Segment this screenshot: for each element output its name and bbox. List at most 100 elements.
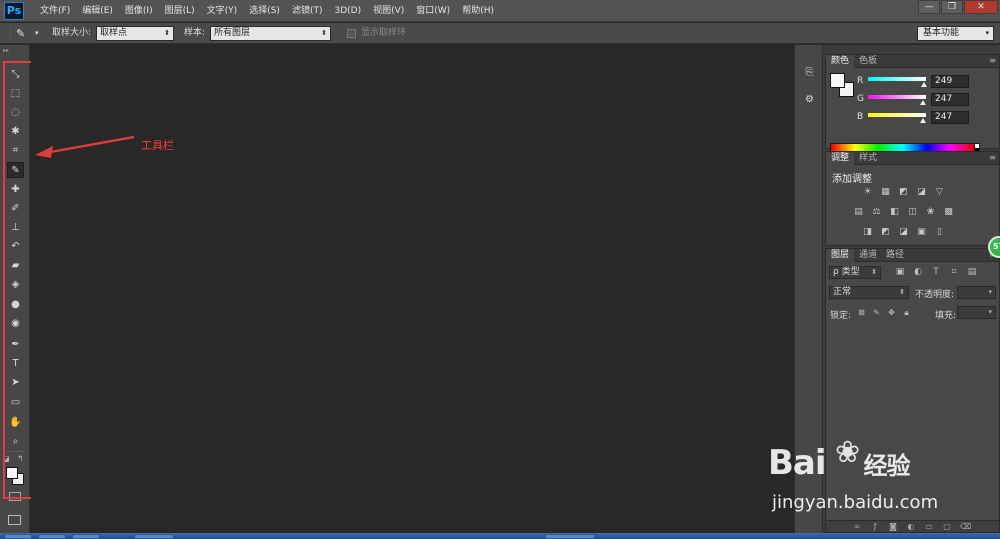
menu-type[interactable]: 文字(Y) — [201, 0, 244, 22]
brightness-contrast-icon[interactable]: ☀ — [862, 187, 873, 197]
black-white-icon[interactable]: ◧ — [889, 207, 900, 217]
channel-g-value[interactable]: 247 — [931, 93, 969, 106]
gradient-map-icon[interactable]: ▯ — [934, 227, 945, 237]
properties-panel-icon[interactable]: ⚙ — [801, 92, 818, 108]
posterize-icon[interactable]: ◩ — [880, 227, 891, 237]
lock-transparent-icon[interactable]: ⊠ — [857, 308, 866, 318]
tab-layers[interactable]: 图层 — [826, 249, 855, 262]
start-button[interactable] — [4, 534, 32, 539]
panel-menu-icon[interactable]: ≡ — [989, 153, 996, 163]
channel-mixer-icon[interactable]: ❀ — [925, 207, 936, 217]
color-panel-tabs: 颜色 色板 ≡ — [826, 55, 999, 68]
color-balance-icon[interactable]: ⚖ — [871, 207, 882, 217]
panel-collapse-icon[interactable]: ▸▸ — [3, 47, 9, 54]
channel-g-thumb[interactable] — [920, 100, 926, 105]
channel-r-thumb[interactable] — [921, 82, 927, 87]
sample-select[interactable]: 所有图层 ⬍ — [210, 26, 331, 41]
tab-adjustments[interactable]: 调整 — [826, 152, 855, 165]
chevron-down-icon: ▾ — [988, 288, 992, 296]
levels-icon[interactable]: ▦ — [880, 187, 891, 197]
channel-b-thumb[interactable] — [920, 118, 926, 123]
panel-menu-icon[interactable]: ≡ — [989, 56, 996, 66]
workspace-select[interactable]: 基本功能 ▾ — [917, 26, 994, 41]
taskbar-app-2[interactable] — [72, 534, 100, 539]
chevron-updown-icon: ⬍ — [164, 29, 170, 37]
screen-mode-icon[interactable] — [8, 515, 21, 525]
tab-paths[interactable]: 路径 — [881, 249, 909, 262]
baidu-paw-icon: ❀ — [835, 435, 861, 470]
chevron-updown-icon: ⬍ — [871, 268, 877, 276]
menu-filter[interactable]: 滤镜(T) — [286, 0, 329, 22]
tab-channels[interactable]: 通道 — [854, 249, 882, 262]
tab-styles[interactable]: 样式 — [854, 152, 882, 165]
preset-chevron-down-icon[interactable]: ▾ — [35, 23, 39, 44]
opacity-label: 不透明度: — [915, 290, 955, 300]
channel-b-value[interactable]: 247 — [931, 111, 969, 124]
menu-select[interactable]: 选择(S) — [243, 0, 286, 22]
adjustment-filter-icon[interactable]: ◐ — [913, 267, 923, 277]
invert-icon[interactable]: ◨ — [862, 227, 873, 237]
type-filter-icon[interactable]: T — [931, 267, 941, 277]
exposure-icon[interactable]: ◪ — [916, 187, 927, 197]
taskbar-app-1[interactable] — [38, 534, 66, 539]
add-mask-icon[interactable]: ◙ — [888, 522, 898, 532]
new-layer-icon[interactable]: ▢ — [942, 522, 952, 532]
layer-filter-select[interactable]: ρ 类型 ⬍ — [829, 266, 881, 279]
foreground-color-swatch[interactable] — [6, 467, 18, 479]
restore-button[interactable]: ❐ — [941, 0, 963, 14]
color-lookup-icon[interactable]: ▩ — [943, 207, 954, 217]
menu-3d[interactable]: 3D(D) — [328, 0, 367, 22]
new-adjustment-icon[interactable]: ◐ — [906, 522, 916, 532]
lock-all-icon[interactable]: 🔒︎ — [902, 308, 911, 318]
blend-mode-select[interactable]: 正常 ⬍ — [829, 286, 909, 299]
channel-r-slider[interactable] — [868, 77, 926, 81]
menu-window[interactable]: 窗口(W) — [410, 0, 456, 22]
sample-size-select[interactable]: 取样点 ⬍ — [96, 26, 174, 41]
sample-value: 所有图层 — [214, 28, 251, 38]
delete-layer-icon[interactable]: ⌫ — [960, 522, 971, 532]
shape-filter-icon[interactable]: ⌗ — [949, 267, 959, 277]
opacity-field[interactable]: ▾ — [957, 286, 996, 299]
vibrance-icon[interactable]: ▽ — [934, 187, 945, 197]
link-layers-icon[interactable]: ∞ — [852, 522, 862, 532]
menu-file[interactable]: 文件(F) — [34, 0, 76, 22]
adjustments-panel: 调整 样式 ≡ 添加调整 ☀ ▦ ◩ ◪ ▽ ▤ ⚖ ◧ ◫ ❀ ▩ ◨ ◩ ◪… — [825, 151, 1000, 246]
threshold-icon[interactable]: ◪ — [898, 227, 909, 237]
annotation-label: 工具栏 — [141, 139, 174, 152]
new-group-icon[interactable]: ▭ — [924, 522, 934, 532]
document-canvas-area[interactable] — [31, 45, 794, 533]
history-panel-icon[interactable]: ⎘ — [801, 65, 818, 81]
chevron-down-icon: ▾ — [985, 29, 989, 37]
menu-help[interactable]: 帮助(H) — [456, 0, 500, 22]
menu-view[interactable]: 视图(V) — [367, 0, 410, 22]
channel-g-slider[interactable] — [868, 95, 926, 99]
color-panel: 颜色 色板 ≡ R 249 G 247 B 247 — [825, 54, 1000, 153]
layers-panel-tabs: 图层 通道 路径 ≡ — [826, 249, 999, 262]
taskbar-app-3[interactable] — [134, 534, 174, 539]
selective-color-icon[interactable]: ▣ — [916, 227, 927, 237]
tab-color[interactable]: 颜色 — [826, 55, 855, 68]
tab-swatches[interactable]: 色板 — [854, 55, 882, 68]
hue-saturation-icon[interactable]: ▤ — [853, 207, 864, 217]
sample-label: 样本: — [184, 28, 206, 38]
channel-b-slider[interactable] — [868, 113, 926, 117]
channel-r-value[interactable]: 249 — [931, 75, 969, 88]
minimize-button[interactable]: — — [918, 0, 940, 14]
lock-position-icon[interactable]: ✥ — [887, 308, 896, 318]
pixel-filter-icon[interactable]: ▣ — [895, 267, 905, 277]
fill-field[interactable]: ▾ — [957, 306, 996, 319]
lock-image-icon[interactable]: ✎ — [872, 308, 881, 318]
window-controls: — ❐ ✕ — [917, 0, 998, 14]
color-panel-foreground-swatch[interactable] — [830, 73, 845, 88]
show-sample-ring-checkbox[interactable] — [347, 29, 356, 38]
photo-filter-icon[interactable]: ◫ — [907, 207, 918, 217]
menu-image[interactable]: 图像(I) — [119, 0, 159, 22]
smart-object-filter-icon[interactable]: ▤ — [967, 267, 977, 277]
menu-layer[interactable]: 图层(L) — [159, 0, 201, 22]
layer-style-icon[interactable]: ƒ — [870, 522, 880, 532]
curves-icon[interactable]: ◩ — [898, 187, 909, 197]
close-button[interactable]: ✕ — [964, 0, 998, 14]
eyedropper-preset-icon[interactable]: ✎ — [16, 23, 25, 44]
taskbar-app-4[interactable] — [545, 534, 595, 539]
menu-edit[interactable]: 编辑(E) — [76, 0, 119, 22]
